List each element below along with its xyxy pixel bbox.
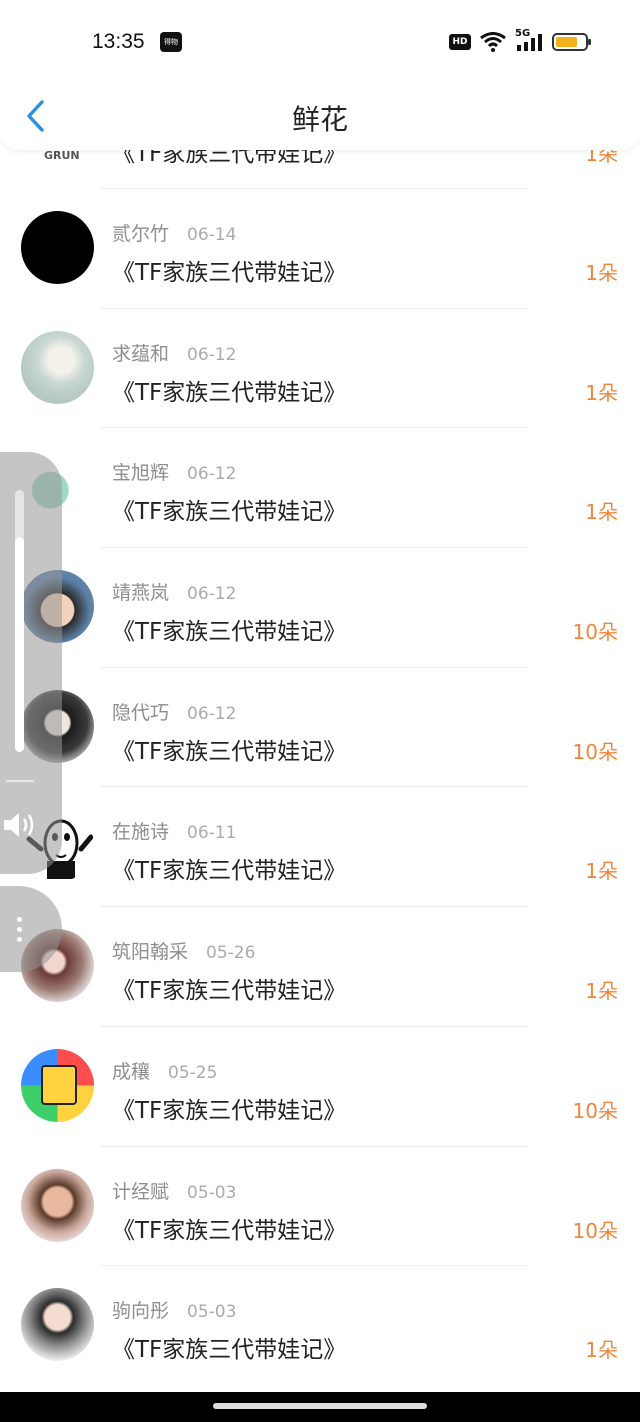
list-item[interactable]: 成穰 05-25 《TF家族三代带娃记》 10朵 xyxy=(0,1027,640,1147)
user-name: 驹向彤 xyxy=(112,1300,170,1323)
list-item[interactable]: 宝旭辉 06-12 《TF家族三代带娃记》 1朵 xyxy=(0,428,640,549)
list-item[interactable]: 隐代巧 06-12 《TF家族三代带娃记》 10朵 xyxy=(0,668,640,788)
hd-icon: HD xyxy=(449,34,471,50)
list-item[interactable]: 靖燕岚 06-12 《TF家族三代带娃记》 10朵 xyxy=(0,548,640,668)
flower-count: 10朵 xyxy=(572,1098,618,1123)
avatar[interactable] xyxy=(21,1048,94,1122)
cellular-signal-icon: 5G xyxy=(515,28,543,53)
list-item[interactable]: 贰尔竹 06-14 《TF家族三代带娃记》 1朵 xyxy=(0,189,640,309)
navigation-bar xyxy=(0,1392,640,1422)
wifi-icon xyxy=(480,32,506,52)
flower-count: 1朵 xyxy=(585,500,618,525)
status-time: 13:35 xyxy=(92,30,145,53)
avatar[interactable] xyxy=(21,330,94,404)
user-name: 贰尔竹 xyxy=(112,223,170,245)
flower-count: 1朵 xyxy=(585,979,618,1004)
divider xyxy=(6,780,34,782)
list-item[interactable]: 计经赋 05-03 《TF家族三代带娃记》 10朵 xyxy=(0,1147,640,1267)
book-title: 《TF家族三代带娃记》 xyxy=(112,260,347,286)
flower-count: 1朵 xyxy=(585,859,618,884)
user-name: 宝旭辉 xyxy=(112,462,170,485)
date: 05-03 xyxy=(187,1182,237,1203)
cartoon-face-icon xyxy=(41,1064,77,1105)
home-indicator[interactable] xyxy=(213,1403,427,1409)
user-name: 求蕴和 xyxy=(112,342,170,365)
book-title: 《TF家族三代带娃记》 xyxy=(112,1337,347,1364)
flower-count: 1朵 xyxy=(585,261,618,285)
book-title: 《TF家族三代带娃记》 xyxy=(112,978,347,1005)
avatar[interactable] xyxy=(21,211,94,284)
status-icons: HD 5G xyxy=(449,28,591,53)
app-notification-icon: 得物 xyxy=(160,32,182,52)
top-bar: 13:35 得物 HD 5G 鲜花 xyxy=(0,0,640,150)
volume-panel[interactable] xyxy=(0,452,62,874)
book-title: 《TF家族三代带娃记》 xyxy=(112,858,347,885)
date: 06-12 xyxy=(187,584,237,605)
user-name: 成穰 xyxy=(112,1060,151,1083)
avatar[interactable] xyxy=(21,1288,94,1362)
more-vertical-icon xyxy=(16,916,22,942)
volume-level xyxy=(15,537,24,752)
flower-count: 1朵 xyxy=(585,1338,618,1363)
date: 06-12 xyxy=(187,703,237,724)
list-item[interactable]: 求蕴和 06-12 《TF家族三代带娃记》 1朵 xyxy=(0,309,640,429)
date: 06-12 xyxy=(187,464,237,485)
flower-count: 1朵 xyxy=(585,380,618,405)
volume-slider[interactable] xyxy=(15,490,24,752)
book-title: 《TF家族三代带娃记》 xyxy=(112,1097,347,1124)
user-name: 靖燕岚 xyxy=(112,582,170,605)
date: 06-12 xyxy=(187,344,237,365)
list-item[interactable]: 在施诗 06-11 《TF家族三代带娃记》 1朵 xyxy=(0,787,640,908)
battery-icon xyxy=(552,33,591,51)
flower-list: GRUN 《TF家族三代带娃记》 1朵 贰尔竹 06-14 《TF家族三代带娃记》… xyxy=(0,130,640,1386)
flower-count: 10朵 xyxy=(572,1218,618,1243)
speaker-icon[interactable] xyxy=(2,808,40,842)
book-title: 《TF家族三代带娃记》 xyxy=(112,619,347,646)
list-item[interactable]: 驹向彤 05-03 《TF家族三代带娃记》 1朵 xyxy=(0,1266,640,1386)
date: 05-03 xyxy=(187,1302,237,1323)
date: 06-11 xyxy=(187,823,237,844)
user-name: 计经赋 xyxy=(112,1180,170,1203)
user-name: 筑阳翰采 xyxy=(112,941,189,964)
user-name: 在施诗 xyxy=(112,821,170,844)
user-name: 隐代巧 xyxy=(112,701,170,724)
book-title: 《TF家族三代带娃记》 xyxy=(112,499,347,526)
book-title: 《TF家族三代带娃记》 xyxy=(112,1217,347,1244)
date: 06-14 xyxy=(187,225,237,245)
date: 05-25 xyxy=(168,1062,218,1083)
date: 05-26 xyxy=(206,943,256,964)
book-title: 《TF家族三代带娃记》 xyxy=(112,379,347,406)
list-item[interactable]: 筑阳翰采 05-26 《TF家族三代带娃记》 1朵 xyxy=(0,907,640,1027)
avatar[interactable] xyxy=(21,1168,94,1242)
flower-count: 10朵 xyxy=(572,739,618,764)
flower-count: 10朵 xyxy=(572,620,618,645)
book-title: 《TF家族三代带娃记》 xyxy=(112,738,347,765)
page-title: 鲜花 xyxy=(291,103,348,136)
